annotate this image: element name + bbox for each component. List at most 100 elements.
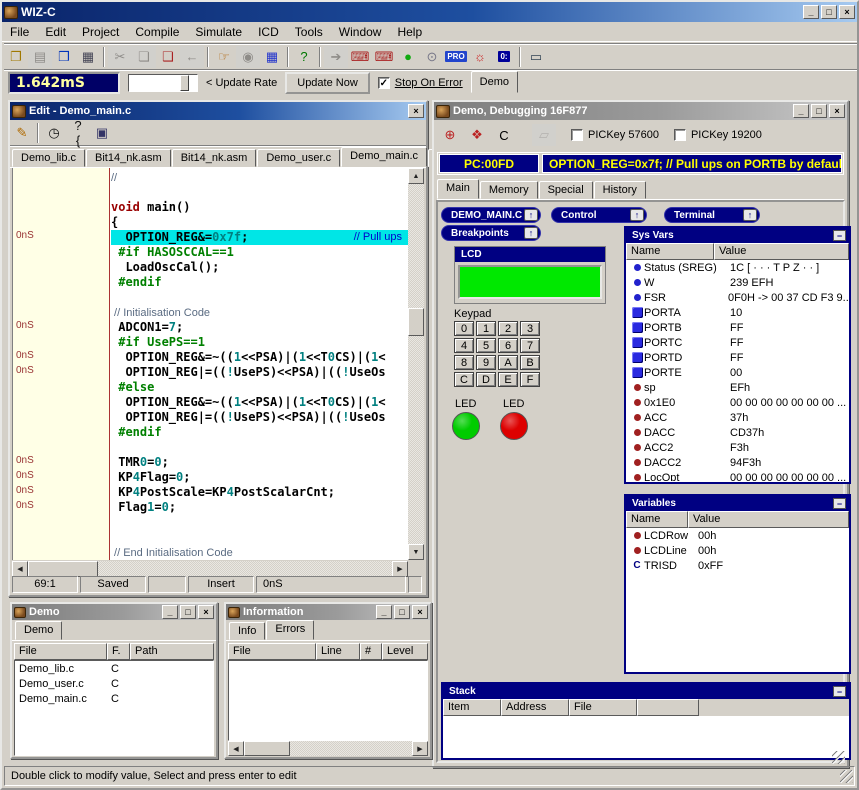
scroll-up-icon[interactable]: ▲ (408, 168, 424, 184)
col-path[interactable]: Path (130, 643, 214, 660)
code-line-21[interactable]: 0nS KP4PostScale=KP4PostScalarCnt; (13, 485, 408, 500)
code-line-17[interactable]: #endif (13, 425, 408, 440)
scroll-right-icon[interactable]: ▶ (412, 741, 428, 756)
menu-item-edit[interactable]: Edit (37, 23, 74, 41)
keypad-key-8[interactable]: 8 (454, 355, 474, 370)
slider-thumb[interactable] (180, 75, 189, 91)
menu-item-project[interactable]: Project (74, 23, 127, 41)
gutter-cell[interactable]: 0nS (13, 350, 111, 365)
col-item[interactable]: Item (443, 699, 501, 716)
var-row-FSR[interactable]: FSR0F0H -> 00 37 CD F3 9... (626, 290, 849, 305)
open-file-icon[interactable]: ❐ (4, 46, 28, 68)
col-f[interactable]: F. (107, 643, 130, 660)
code-line-2[interactable]: void main() (13, 200, 408, 215)
gutter-cell[interactable]: 0nS (13, 470, 111, 485)
code-line-8[interactable] (13, 290, 408, 305)
stopwatch-icon[interactable]: ◷ (42, 122, 66, 144)
code-line-20[interactable]: 0nS KP4Flag=0; (13, 470, 408, 485)
gutter-cell[interactable] (13, 245, 111, 260)
scroll-left-icon[interactable]: ◀ (228, 741, 244, 756)
verify-chip-icon[interactable]: ⌨ (372, 46, 396, 68)
col-address[interactable]: Address (501, 699, 569, 716)
code-line-10[interactable]: 0nS ADCON1=7; (13, 320, 408, 335)
project-tab-demo[interactable]: Demo (471, 71, 518, 93)
editor-hscrollbar[interactable]: ◀ ▶ (12, 561, 408, 577)
debug-tab-2[interactable]: Special (539, 181, 593, 199)
stop-on-error-checkbox[interactable]: ✓ Stop On Error (378, 77, 463, 89)
var-row-PORTC[interactable]: PORTCFF (626, 335, 849, 350)
debug-tab-3[interactable]: History (594, 181, 646, 199)
close-button[interactable]: × (412, 605, 428, 619)
maximize-button[interactable]: □ (394, 605, 410, 619)
col-name[interactable]: Name (626, 511, 688, 528)
code-line-3[interactable]: { (13, 215, 408, 230)
scroll-down-icon[interactable]: ▼ (408, 544, 424, 560)
update-now-button[interactable]: Update Now (285, 72, 370, 94)
window-list-icon[interactable]: ▣ (90, 122, 114, 144)
keypad-key-D[interactable]: D (476, 372, 496, 387)
minimize-button[interactable]: _ (376, 605, 392, 619)
keypad-key-A[interactable]: A (498, 355, 518, 370)
var-row-ACC[interactable]: ACC37h (626, 410, 849, 425)
single-step-icon[interactable]: ☼ (468, 46, 492, 68)
minimize-panel-icon[interactable]: − (833, 498, 846, 509)
var-row-PORTB[interactable]: PORTBFF (626, 320, 849, 335)
maximize-button[interactable]: □ (811, 104, 827, 118)
keypad-key-B[interactable]: B (520, 355, 540, 370)
keypad-key-E[interactable]: E (498, 372, 518, 387)
program-chip-icon[interactable]: ⌨ (348, 46, 372, 68)
zoom-icon[interactable]: ⊕ (438, 124, 462, 146)
col-level[interactable]: Level (382, 643, 428, 660)
pro-icon[interactable]: PRO (444, 46, 468, 68)
maximize-button[interactable]: □ (180, 605, 196, 619)
col-value[interactable]: Value (688, 511, 849, 528)
menu-item-file[interactable]: File (2, 23, 37, 41)
vscroll-thumb[interactable] (408, 308, 424, 336)
menu-item-icd[interactable]: ICD (250, 23, 287, 41)
code-line-1[interactable] (13, 185, 408, 200)
gutter-cell[interactable] (13, 170, 111, 185)
keypad-key-3[interactable]: 3 (520, 321, 540, 336)
project-file-row[interactable]: Demo_lib.cC (15, 663, 213, 678)
chip-icon[interactable]: ▦ (260, 46, 284, 68)
pill-up-arrow-icon[interactable]: ↑ (743, 209, 757, 221)
menu-item-window[interactable]: Window (331, 23, 390, 41)
var-row-DACC2[interactable]: DACC294F3h (626, 455, 849, 470)
code-line-11[interactable]: #if UsePS==1 (13, 335, 408, 350)
connections-icon[interactable]: ❖ (465, 124, 489, 146)
source-tab-1[interactable]: Bit14_nk.asm (86, 149, 171, 167)
panel-button-breakpoints[interactable]: Breakpoints↑ (441, 225, 541, 241)
code-line-9[interactable]: // Initialisation Code (13, 305, 408, 320)
analyse-icon[interactable]: ⊙ (420, 46, 444, 68)
project-file-row[interactable]: Demo_user.cC (15, 678, 213, 693)
code-line-18[interactable] (13, 440, 408, 455)
gutter-cell[interactable] (13, 545, 111, 560)
code-line-14[interactable]: #else (13, 380, 408, 395)
col-file[interactable]: File (14, 643, 107, 660)
menu-item-help[interactable]: Help (389, 23, 430, 41)
gutter-cell[interactable]: 0nS (13, 320, 111, 335)
pickey-checkbox-0[interactable]: PICKey 57600 (571, 129, 659, 141)
var-row-W[interactable]: W239 EFH (626, 275, 849, 290)
gutter-cell[interactable] (13, 305, 111, 320)
keypad-key-6[interactable]: 6 (498, 338, 518, 353)
c-source-button[interactable]: C (492, 124, 516, 146)
var-row-PORTD[interactable]: PORTDFF (626, 350, 849, 365)
project-file-row[interactable]: Demo_main.cC (15, 693, 213, 708)
panel-button-terminal[interactable]: Terminal↑ (664, 207, 760, 223)
resize-grip[interactable] (840, 770, 853, 783)
var-row-PORTA[interactable]: PORTA10 (626, 305, 849, 320)
var-row-LocOpt[interactable]: LocOpt00 00 00 00 00 00 00 ... (626, 470, 849, 481)
reset-icon[interactable]: 0: (492, 46, 516, 68)
pickey-checkbox-1[interactable]: PICKey 19200 (674, 129, 762, 141)
pill-up-arrow-icon[interactable]: ↑ (524, 209, 538, 221)
gutter-cell[interactable]: 0nS (13, 485, 111, 500)
print-icon[interactable]: ▦ (76, 46, 100, 68)
keypad-key-C[interactable]: C (454, 372, 474, 387)
source-tab-0[interactable]: Demo_lib.c (12, 149, 85, 167)
gutter-cell[interactable] (13, 410, 111, 425)
keypad-key-0[interactable]: 0 (454, 321, 474, 336)
edit-close-button[interactable]: × (408, 104, 424, 118)
info-tab-0[interactable]: Info (229, 622, 265, 640)
col-file[interactable]: File (228, 643, 316, 660)
